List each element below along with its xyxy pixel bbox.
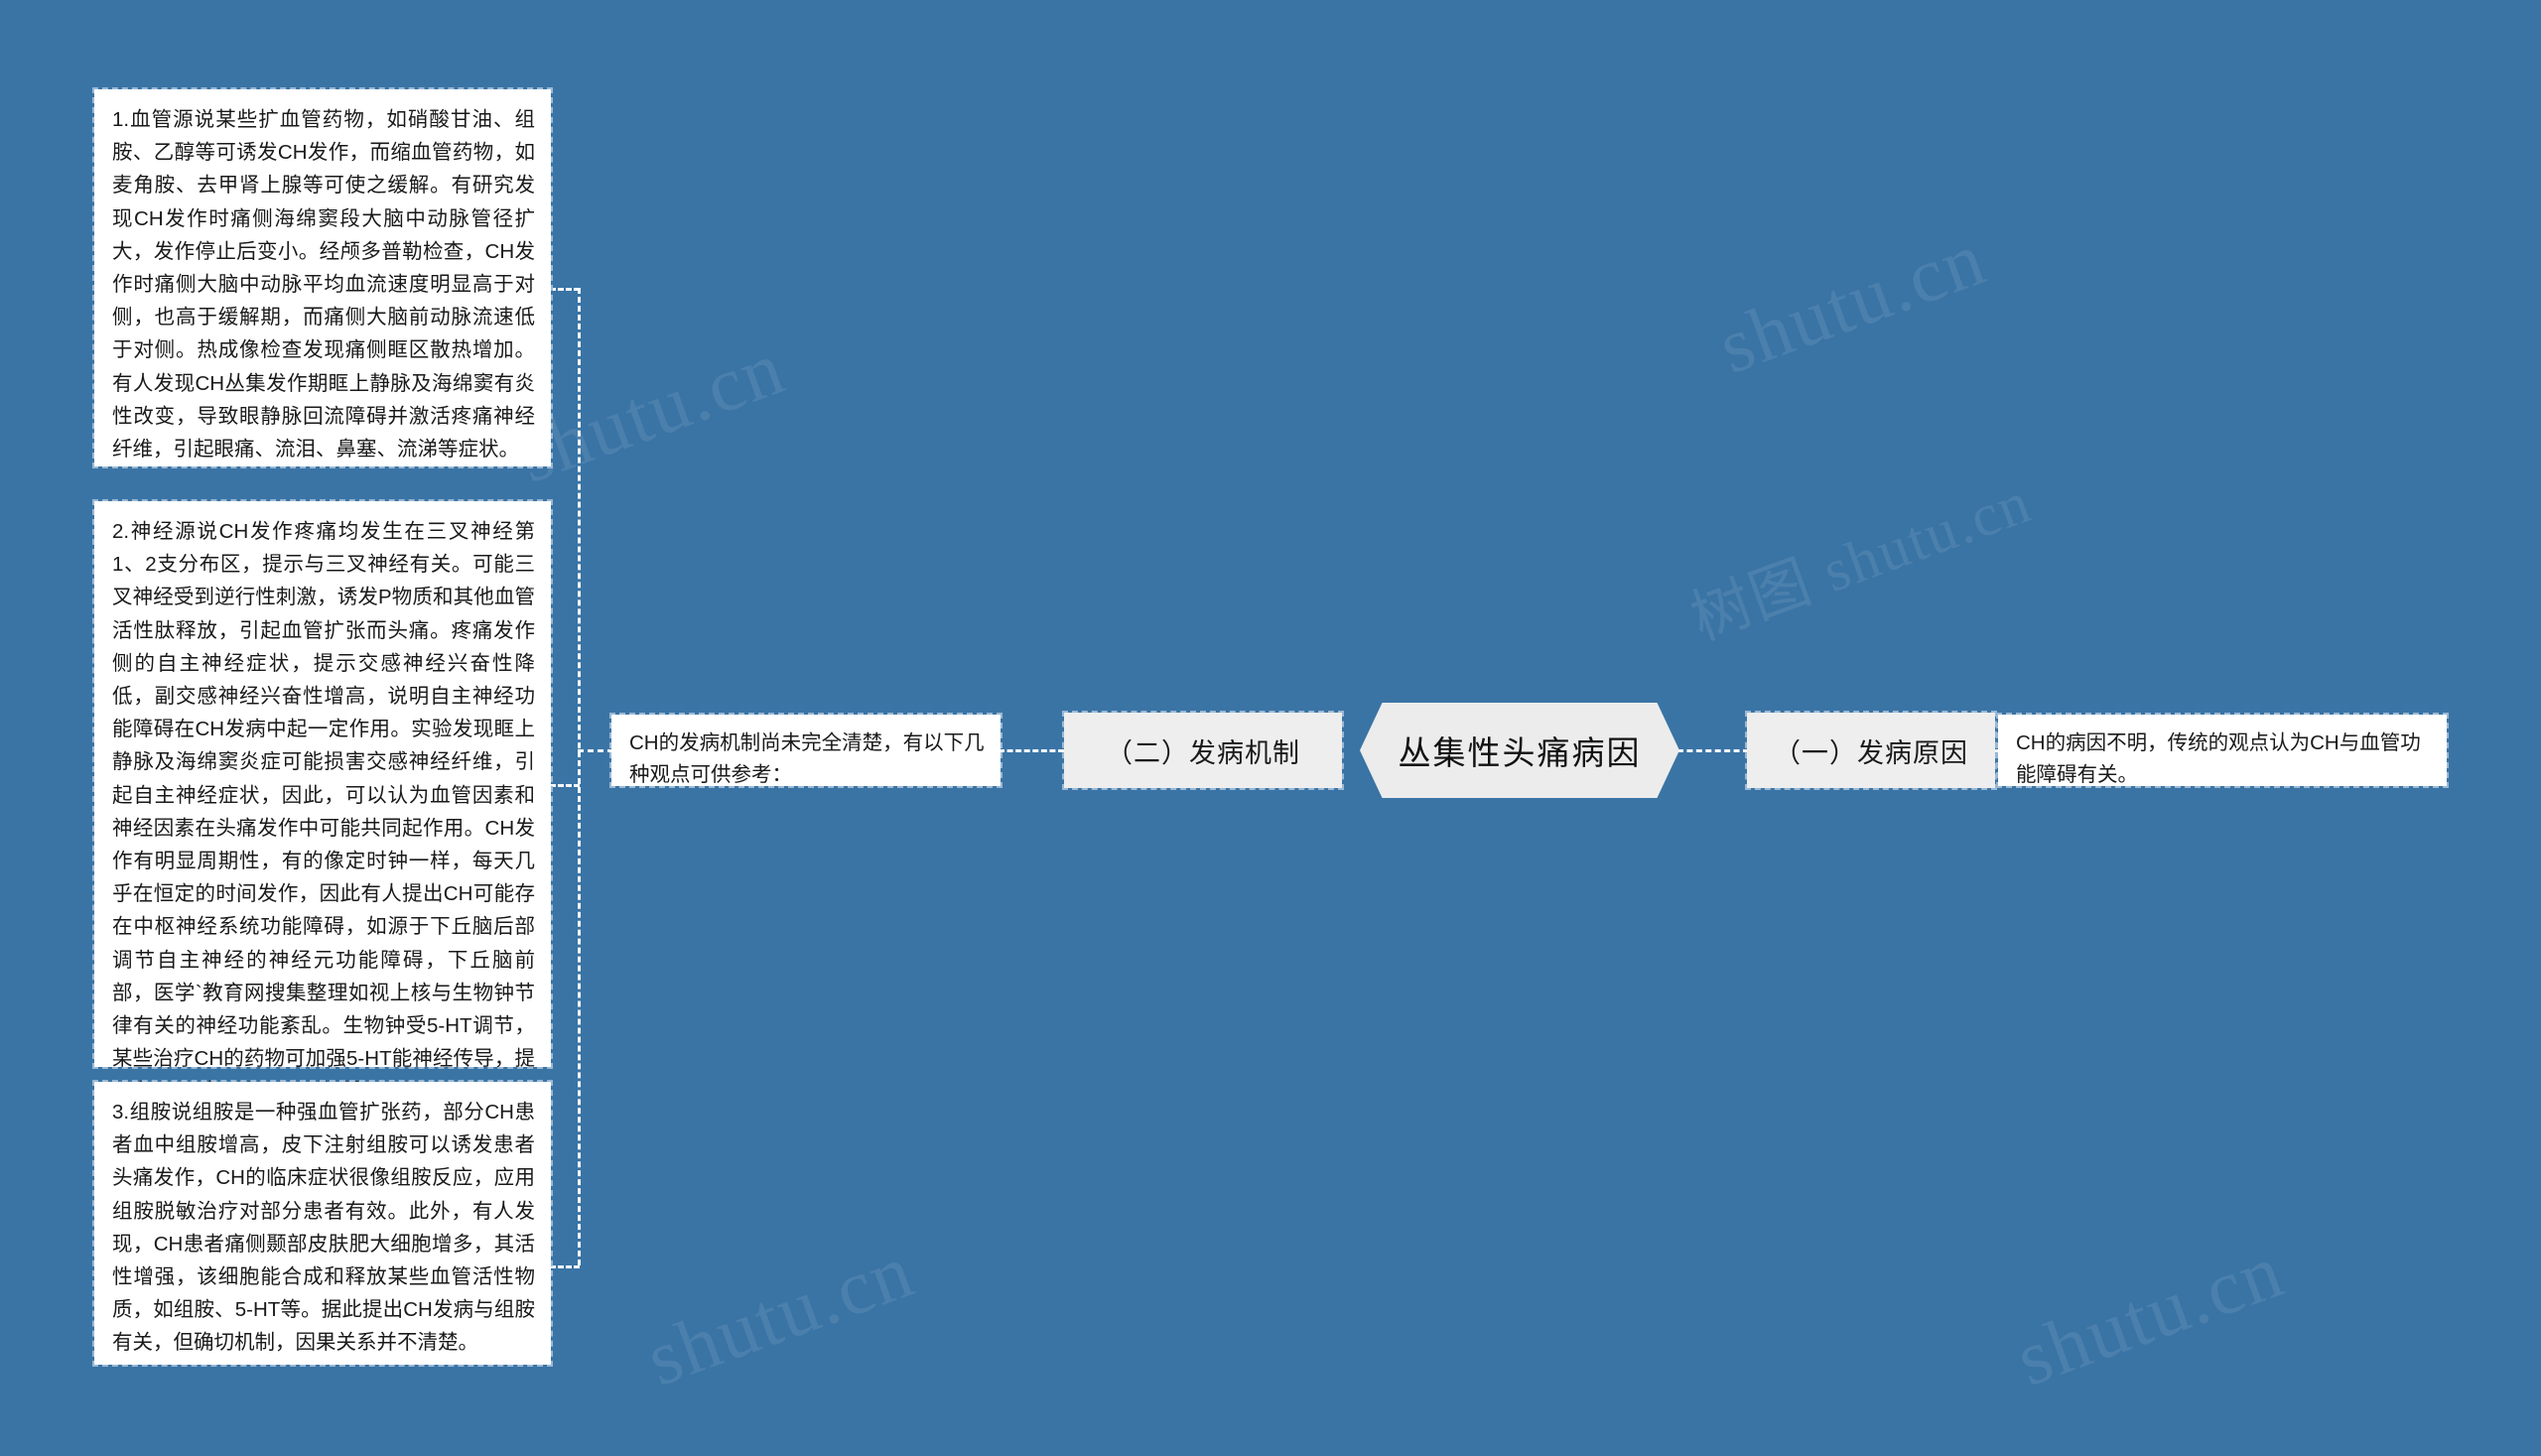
watermark-5: shutu.cn — [2005, 1226, 2295, 1402]
connector-root-to-etiology — [1677, 749, 1749, 752]
leaf-neurogenic-origin[interactable]: 2.神经源说CH发作疼痛均发生在三叉神经第1、2支分布区，提示与三叉神经有关。可… — [92, 499, 553, 1103]
branch-node-etiology-label: （一）发病原因 — [1774, 737, 1968, 768]
connector-mechanism-to-intro — [999, 749, 1064, 752]
branch-node-mechanism[interactable]: （二）发病机制 — [1062, 711, 1344, 790]
watermark-4: shutu.cn — [635, 1226, 925, 1402]
mindmap-canvas: shutu.cn shutu.cn 树图 shutu.cn shutu.cn s… — [0, 0, 2541, 1456]
leaf-histamine-theory[interactable]: 3.组胺说组胺是一种强血管扩张药，部分CH患者血中组胺增高，皮下注射组胺可以诱发… — [92, 1080, 553, 1367]
root-node[interactable]: 丛集性头痛病因 — [1360, 703, 1679, 798]
watermark-3: 树图 shutu.cn — [1682, 468, 2041, 653]
leaf-etiology-intro-text: CH的病因不明，传统的观点认为CH与血管功能障碍有关。 — [2016, 731, 2421, 787]
root-node-shape: 丛集性头痛病因 — [1360, 703, 1679, 798]
leaf-vascular-origin-text: 1.血管源说某些扩血管药物，如硝酸甘油、组胺、乙醇等可诱发CH发作，而缩血管药物… — [112, 108, 535, 462]
branch-node-etiology[interactable]: （一）发病原因 — [1745, 711, 1997, 790]
connector-spine-vertical — [578, 288, 581, 1265]
leaf-vascular-origin[interactable]: 1.血管源说某些扩血管药物，如硝酸甘油、组胺、乙醇等可诱发CH发作，而缩血管药物… — [92, 87, 553, 468]
watermark-2: shutu.cn — [1707, 213, 1997, 390]
leaf-etiology-intro[interactable]: CH的病因不明，传统的观点认为CH与血管功能障碍有关。 — [1996, 713, 2449, 788]
leaf-mechanism-intro[interactable]: CH的发病机制尚未完全清楚，有以下几种观点可供参考： — [609, 713, 1003, 788]
leaf-histamine-theory-text: 3.组胺说组胺是一种强血管扩张药，部分CH患者血中组胺增高，皮下注射组胺可以诱发… — [112, 1101, 535, 1355]
branch-node-mechanism-label: （二）发病机制 — [1106, 737, 1300, 768]
leaf-mechanism-intro-text: CH的发病机制尚未完全清楚，有以下几种观点可供参考： — [629, 731, 985, 787]
root-node-label: 丛集性头痛病因 — [1398, 734, 1642, 771]
connector-intro-to-spine — [578, 749, 613, 752]
leaf-neurogenic-origin-text: 2.神经源说CH发作疼痛均发生在三叉神经第1、2支分布区，提示与三叉神经有关。可… — [112, 520, 535, 1103]
